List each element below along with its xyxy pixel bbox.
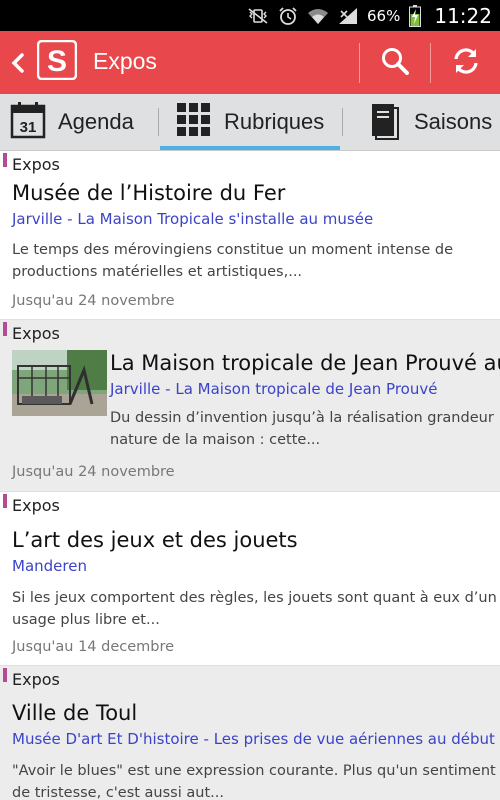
item-description: usage plus libre et... (12, 612, 160, 628)
item-subtitle[interactable]: Jarville - La Maison tropicale de Jean P… (110, 380, 437, 398)
category-marker (3, 494, 7, 508)
mute-vibrate-icon (247, 6, 269, 26)
category-marker (3, 153, 7, 167)
refresh-icon (450, 45, 482, 81)
back-chevron-icon[interactable] (10, 51, 26, 75)
svg-text:31: 31 (20, 119, 37, 136)
app-logo[interactable]: S (36, 39, 78, 81)
list-item[interactable]: Expos Musée de l’Histoire du Fer Jarvill… (0, 151, 500, 320)
search-icon (380, 46, 410, 80)
svg-text:S: S (47, 45, 67, 78)
signal-icon (337, 6, 359, 26)
tab-label: Rubriques (224, 109, 325, 134)
item-subtitle[interactable]: Musée D'art Et D'histoire - Les prises d… (12, 730, 500, 748)
tab-separator (342, 108, 343, 136)
refresh-button[interactable] (431, 43, 500, 83)
list-item[interactable]: Expos Ville de Toul Musée D'art Et D'his… (0, 666, 500, 800)
item-description: "Avoir le blues" est une expression cour… (12, 763, 496, 779)
item-subtitle[interactable]: Jarville - La Maison Tropicale s'install… (12, 210, 373, 228)
category-marker (3, 668, 7, 682)
item-subtitle[interactable]: Manderen (12, 557, 87, 575)
battery-percent: 66% (367, 6, 401, 25)
item-title: La Maison tropicale de Jean Prouvé au (110, 351, 500, 375)
event-list: Expos Musée de l’Histoire du Fer Jarvill… (0, 151, 500, 800)
item-category: Expos (12, 155, 60, 174)
item-category: Expos (12, 670, 60, 689)
grid-icon (176, 102, 212, 142)
item-date: Jusqu'au 24 novembre (12, 464, 175, 480)
item-description: productions matérielles et artistiques,.… (12, 264, 303, 280)
tab-rubriques[interactable]: Rubriques (176, 94, 324, 150)
item-description: Du dessin d’invention jusqu’à la réalisa… (110, 410, 494, 426)
action-bar-title: Expos (93, 48, 157, 74)
item-title: L’art des jeux et des jouets (12, 528, 298, 552)
item-category: Expos (12, 496, 60, 515)
item-date: Jusqu'au 14 decembre (12, 639, 175, 655)
wifi-icon (307, 6, 329, 26)
tab-saisons[interactable]: Saisons (368, 94, 492, 150)
item-title: Musée de l’Histoire du Fer (12, 181, 286, 205)
item-title: Ville de Toul (12, 701, 138, 725)
tab-label: Agenda (58, 109, 134, 134)
item-description: Le temps des mérovingiens constitue un m… (12, 242, 454, 258)
list-item[interactable]: Expos L’art des jeux et des jouets Mande… (0, 492, 500, 666)
selected-tab-indicator (160, 146, 340, 150)
action-bar: S Expos (0, 31, 500, 94)
item-date: Jusqu'au 24 novembre (12, 293, 175, 309)
alarm-icon (277, 6, 299, 26)
battery-charging-icon (408, 4, 422, 27)
clock: 11:22 (434, 3, 492, 28)
tab-label: Saisons (414, 109, 493, 134)
item-description: Si les jeux comportent des règles, les j… (12, 590, 497, 606)
item-description: de tristesse, c'est aussi aut... (12, 785, 224, 800)
list-item[interactable]: Expos La Maison tropicale de Jean Prouvé… (0, 320, 500, 492)
status-bar: 66% 11:22 (0, 0, 500, 31)
item-thumbnail (12, 350, 107, 416)
tab-agenda[interactable]: 31 Agenda (10, 94, 134, 150)
item-category: Expos (12, 324, 60, 343)
search-button[interactable] (360, 43, 430, 83)
tab-bar: 31 Agenda Rubriques Saisons (0, 94, 500, 151)
item-description: nature de la maison : cette... (110, 432, 321, 448)
calendar-icon: 31 (10, 101, 46, 143)
category-marker (3, 322, 7, 336)
book-icon (368, 100, 402, 144)
tab-separator (158, 108, 159, 136)
